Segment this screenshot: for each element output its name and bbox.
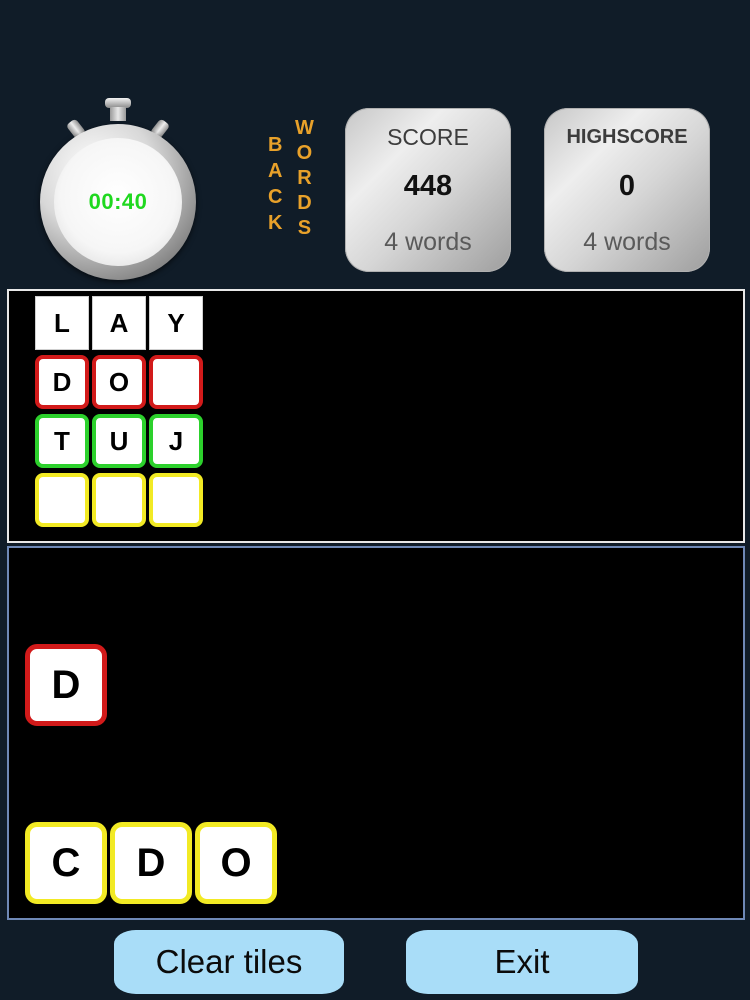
title-letter: K [268,212,283,234]
highscore-value: 0 [618,170,636,202]
word-grid: L A Y D O T U J [35,296,203,527]
word-cell [149,473,203,527]
title-letter: D [297,192,312,214]
word-cell: Y [149,296,203,350]
timer-display: 00:40 [88,189,148,214]
letter-tile[interactable]: D [25,644,107,726]
word-cell: A [92,296,146,350]
title-letter: S [297,217,312,239]
exit-button[interactable]: Exit [406,930,638,994]
stopwatch-timer: 00:40 [38,98,198,283]
title-letter: W [295,117,314,139]
word-cell: O [92,355,146,409]
score-value: 448 [403,170,453,202]
clear-tiles-button[interactable]: Clear tiles [114,930,344,994]
title-letter: C [268,186,283,208]
word-cell: J [149,414,203,468]
word-cell: U [92,414,146,468]
stopwatch-face: 00:40 [54,138,182,266]
title-words: W O R D S [295,118,314,238]
score-word-count: 4 words [384,228,472,256]
word-cell: L [35,296,89,350]
letter-tile[interactable]: D [110,822,192,904]
word-cell [35,473,89,527]
highscore-card: HIGHSCORE 0 4 words [544,108,710,272]
title-letter: R [297,167,312,189]
title-back: B A C K [268,135,282,233]
score-label: SCORE [387,124,469,150]
tiles-panel: D C D O [7,546,745,920]
title-letter: A [268,160,283,182]
title-letter: O [296,142,313,164]
highscore-word-count: 4 words [583,228,671,256]
score-card: SCORE 448 4 words [345,108,511,272]
word-cell [149,355,203,409]
words-panel: L A Y D O T U J [7,289,745,543]
word-cell [92,473,146,527]
title-letter: B [268,134,283,156]
letter-tile[interactable]: C [25,822,107,904]
word-cell: T [35,414,89,468]
stopwatch-neck [110,107,126,121]
word-cell: D [35,355,89,409]
highscore-label: HIGHSCORE [566,126,688,148]
letter-tile[interactable]: O [195,822,277,904]
